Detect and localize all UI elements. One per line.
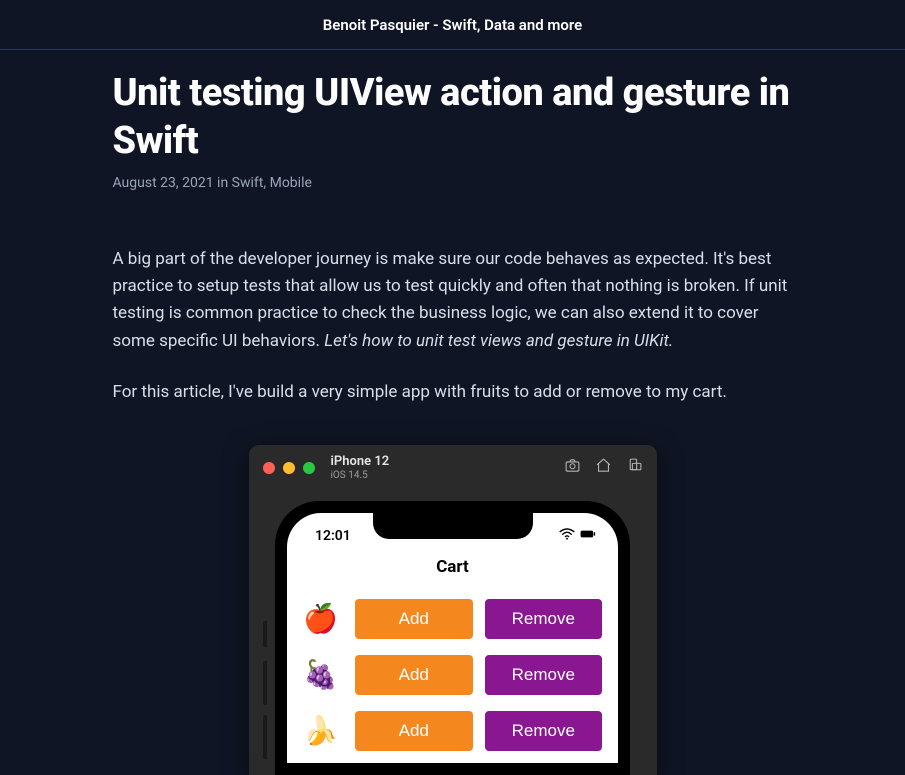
tag-swift[interactable]: Swift: [232, 175, 264, 191]
remove-button[interactable]: Remove: [485, 711, 603, 751]
phone-area: 12:01 Cart: [249, 491, 657, 775]
list-item: 🍇 Add Remove: [303, 647, 602, 703]
cart-list: 🍎 Add Remove 🍇 Add Remove 🍌: [287, 591, 618, 759]
status-time: 12:01: [315, 528, 351, 544]
fruit-icon: 🍇: [303, 658, 343, 691]
rotate-icon[interactable]: [626, 457, 643, 478]
simulator-device-name: iPhone 12: [331, 455, 390, 469]
phone-frame: 12:01 Cart: [275, 501, 630, 775]
fruit-icon: 🍎: [303, 602, 343, 635]
simulator-window: iPhone 12 iOS 14.5: [249, 445, 657, 775]
phone-side-button: [263, 661, 267, 705]
remove-button[interactable]: Remove: [485, 655, 603, 695]
add-button[interactable]: Add: [355, 599, 473, 639]
add-button[interactable]: Add: [355, 655, 473, 695]
minimize-icon[interactable]: [283, 462, 295, 474]
close-icon[interactable]: [263, 462, 275, 474]
simulator-title-block: iPhone 12 iOS 14.5: [331, 455, 390, 480]
article-content: Unit testing UIView action and gesture i…: [113, 50, 793, 775]
list-item: 🍎 Add Remove: [303, 591, 602, 647]
wifi-icon: [559, 528, 575, 544]
phone-side-button: [263, 715, 267, 759]
paragraph-2: For this article, I've build a very simp…: [113, 379, 793, 406]
remove-button[interactable]: Remove: [485, 599, 603, 639]
article-meta: August 23, 2021 in Swift, Mobile: [113, 175, 793, 191]
maximize-icon[interactable]: [303, 462, 315, 474]
paragraph-1: A big part of the developer journey is m…: [113, 246, 793, 355]
window-controls: [263, 462, 315, 474]
home-icon[interactable]: [595, 457, 612, 478]
tag-mobile[interactable]: Mobile: [270, 175, 312, 191]
add-button[interactable]: Add: [355, 711, 473, 751]
phone-screen: 12:01 Cart: [287, 513, 618, 763]
site-title[interactable]: Benoit Pasquier - Swift, Data and more: [323, 16, 582, 34]
phone-side-button: [263, 621, 267, 647]
battery-icon: [580, 528, 596, 544]
fruit-icon: 🍌: [303, 714, 343, 747]
paragraph-1-emphasis: Let's how to unit test views and gesture…: [324, 331, 673, 351]
page-title: Unit testing UIView action and gesture i…: [113, 70, 793, 165]
site-header: Benoit Pasquier - Swift, Data and more: [0, 0, 905, 50]
article-body: A big part of the developer journey is m…: [113, 246, 793, 406]
simulator-titlebar: iPhone 12 iOS 14.5: [249, 445, 657, 491]
article-date: August 23, 2021: [113, 175, 214, 191]
screenshot-icon[interactable]: [564, 457, 581, 478]
simulator-os-version: iOS 14.5: [331, 470, 390, 481]
list-item: 🍌 Add Remove: [303, 703, 602, 759]
screenshot-figure: iPhone 12 iOS 14.5: [113, 430, 793, 775]
meta-in: in: [214, 175, 232, 191]
simulator-toolbar: [564, 457, 643, 478]
phone-notch: [373, 513, 533, 539]
status-indicators: [559, 528, 596, 544]
screen-title: Cart: [287, 553, 618, 591]
